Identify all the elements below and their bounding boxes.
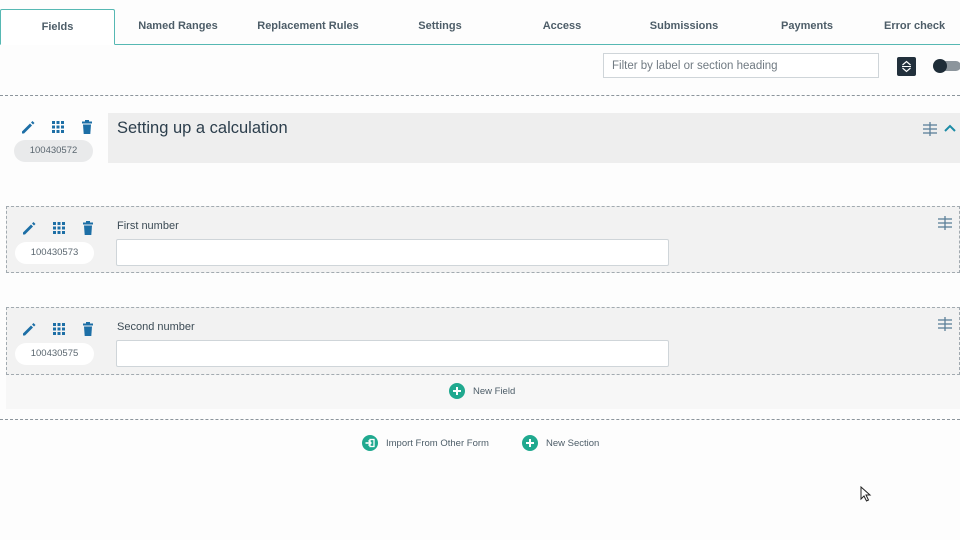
field-toolset [21, 220, 101, 240]
field-id-badge: 100430575 [15, 343, 94, 365]
grid-icon[interactable] [51, 220, 67, 236]
field-id-badge: 100430573 [15, 242, 94, 264]
drag-handle-icon[interactable] [922, 121, 938, 137]
new-section-button[interactable]: New Section [522, 434, 599, 452]
tab-access[interactable]: Access [502, 0, 622, 44]
second-number-input[interactable] [116, 340, 669, 367]
new-field-label: New Field [473, 385, 516, 397]
new-section-label: New Section [546, 437, 600, 449]
divider [0, 419, 960, 420]
collapse-chevron-icon[interactable] [943, 122, 957, 134]
tab-replacement-rules[interactable]: Replacement Rules [248, 0, 368, 44]
drag-handle-icon[interactable] [937, 316, 953, 332]
edit-icon[interactable] [21, 321, 37, 337]
drag-handle-icon[interactable] [937, 215, 953, 231]
section-toolset [20, 118, 100, 138]
import-from-other-form-label: Import From Other Form [386, 437, 489, 449]
edit-icon[interactable] [20, 119, 36, 135]
mouse-cursor-icon [860, 486, 872, 502]
section-title: Setting up a calculation [117, 119, 288, 137]
plus-circle-icon [449, 383, 465, 399]
tab-named-ranges[interactable]: Named Ranges [118, 0, 238, 44]
divider [0, 95, 960, 96]
tab-fields[interactable]: Fields [0, 9, 115, 45]
tab-payments[interactable]: Payments [747, 0, 867, 44]
new-field-button[interactable]: New Field [449, 382, 515, 400]
sort-toggle-button[interactable] [897, 57, 916, 76]
grid-icon[interactable] [51, 321, 67, 337]
first-number-input[interactable] [116, 239, 669, 266]
import-from-other-form-button[interactable]: Import From Other Form [362, 434, 489, 452]
trash-icon[interactable] [80, 321, 96, 337]
plus-circle-icon [522, 435, 538, 451]
field-toolset [21, 321, 101, 341]
edit-icon[interactable] [21, 220, 37, 236]
toggle-switch[interactable] [933, 59, 960, 73]
tab-settings[interactable]: Settings [380, 0, 500, 44]
toggle-switch-icon [933, 59, 947, 73]
grid-icon[interactable] [50, 119, 66, 135]
tab-submissions[interactable]: Submissions [624, 0, 744, 44]
field-label: Second number [117, 321, 195, 333]
section-id-badge: 100430572 [14, 140, 93, 162]
trash-icon[interactable] [79, 119, 95, 135]
tab-error-check[interactable]: Error check [884, 0, 960, 44]
trash-icon[interactable] [80, 220, 96, 236]
section-controls [922, 121, 960, 137]
import-icon [362, 435, 378, 451]
tab-bar: Fields Named Ranges Replacement Rules Se… [0, 0, 960, 45]
sort-toggle-icon [902, 60, 911, 73]
field-label: First number [117, 220, 179, 232]
filter-input[interactable] [603, 53, 879, 78]
